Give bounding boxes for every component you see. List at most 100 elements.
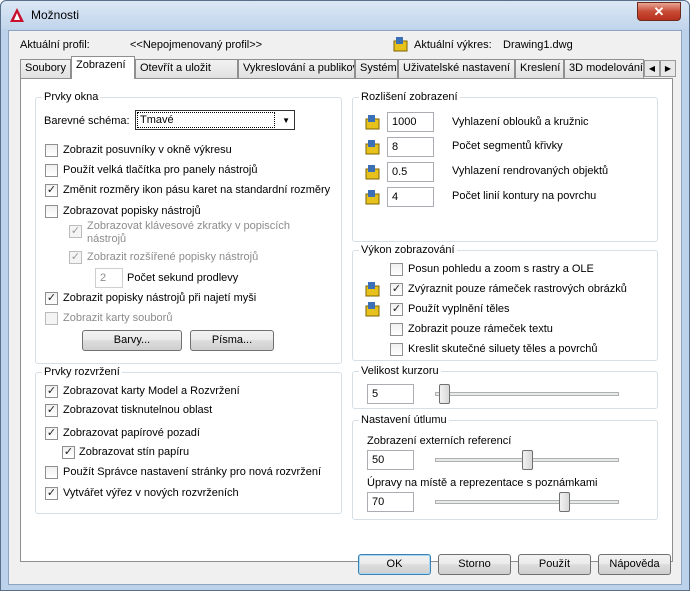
scrollbars-label: Zobrazit posuvníky v okně výkresu [63,144,232,156]
shortcut-keys-checkbox[interactable]: ✓ [69,225,82,238]
help-button[interactable]: Nápověda [598,554,671,575]
fonts-button[interactable]: Písma... [190,330,274,351]
inplace-fade-slider-thumb[interactable] [558,492,570,512]
cancel-button[interactable]: Storno [438,554,511,575]
arc-smoothness-label: Vyhlazení oblouků a kružnic [452,116,589,128]
inplace-fade-input[interactable]: 70 [367,492,414,512]
pan-zoom-raster-checkbox[interactable] [390,263,403,276]
layout-elements-title: Prvky rozvržení [42,366,122,378]
window-title: Možnosti [31,8,80,22]
paper-shadow-checkbox[interactable]: ✓ [62,446,75,459]
inplace-fade-label: Úpravy na místě a reprezentace s poznámk… [367,477,598,489]
crosshair-size-slider-thumb[interactable] [439,384,451,404]
true-silhouettes-label: Kreslit skutečné siluety těles a povrchů [408,343,598,355]
printable-area-checkbox[interactable]: ✓ [45,404,58,417]
model-layout-tabs-label: Zobrazovat karty Model a Rozvržení [63,385,240,397]
highlight-raster-frame-checkbox[interactable]: ✓ [390,283,403,296]
drawing-icon [365,302,380,317]
delay-seconds-label: Počet sekund prodlevy [127,272,239,284]
tab-scroll-left-icon[interactable]: ◀ [644,60,660,77]
text-frame-label: Zobrazit pouze rámeček textu [408,323,553,335]
polyline-segments-label: Počet segmentů křivky [452,140,563,152]
page-setup-manager-checkbox[interactable] [45,466,58,479]
title-bar[interactable]: Možnosti ✕ [1,1,689,29]
xref-fade-label: Zobrazení externích referencí [367,435,512,447]
xref-fade-slider-thumb[interactable] [522,450,533,470]
shortcut-keys-label: Zobrazovat klávesové zkratky v popiscích [87,220,290,232]
display-resolution-title: Rozlišení zobrazení [359,91,460,103]
drawing-icon [365,115,380,130]
pan-zoom-raster-label: Posun pohledu a zoom s rastry a OLE [408,263,594,275]
solid-fill-label: Použít vyplnění těles [408,303,510,315]
fade-control-title: Nastavení útlumu [359,414,449,426]
polyline-segments-input[interactable]: 8 [387,137,434,157]
crosshair-size-group: Velikost kurzoru 5 [352,365,658,409]
extended-tooltips-label: Zobrazit rozšířené popisky nástrojů [87,251,259,263]
drawing-icon [393,37,408,52]
text-frame-checkbox[interactable] [390,323,403,336]
create-viewport-checkbox[interactable]: ✓ [45,487,58,500]
tooltips-label: Zobrazovat popisky nástrojů [63,205,201,217]
window-elements-title: Prvky okna [42,91,101,103]
current-drawing-label: Aktuální výkres: [414,39,492,51]
extended-tooltips-checkbox[interactable]: ✓ [69,251,82,264]
autocad-logo-icon [10,8,24,22]
display-performance-group: Výkon zobrazování Posun pohledu a zoom s… [352,244,658,361]
display-performance-title: Výkon zobrazování [359,244,457,256]
paper-background-label: Zobrazovat papírové pozadí [63,427,200,439]
rendered-smoothness-label: Vyhlazení rendrovaných objektů [452,165,609,177]
color-scheme-select[interactable]: Tmavé ▼ [135,110,295,130]
printable-area-label: Zobrazovat tisknutelnou oblast [63,404,213,416]
ok-button[interactable]: OK [358,554,431,575]
scrollbars-checkbox[interactable] [45,144,58,157]
shortcut-keys-label-line2: nástrojů [87,233,127,245]
current-drawing-value: Drawing1.dwg [503,39,573,51]
apply-button[interactable]: Použít [518,554,591,575]
tab-display[interactable]: Zobrazení [71,56,135,79]
tab-files[interactable]: Soubory [20,59,71,78]
xref-fade-input[interactable]: 50 [367,450,414,470]
file-tabs-checkbox[interactable] [45,312,58,325]
true-silhouettes-checkbox[interactable] [390,343,403,356]
rollover-tooltips-checkbox[interactable]: ✓ [45,292,58,305]
contour-lines-label: Počet linií kontury na povrchu [452,190,597,202]
tab-open-save[interactable]: Otevřít a uložit [135,59,238,78]
color-scheme-label: Barevné schéma: [44,115,130,127]
page-setup-manager-label: Použít Správce nastavení stránky pro nov… [63,466,322,478]
tab-user-preferences[interactable]: Uživatelské nastavení [398,59,515,78]
color-scheme-value: Tmavé [137,112,275,128]
tab-system[interactable]: Systém [355,59,398,78]
large-buttons-checkbox[interactable] [45,164,58,177]
colors-button[interactable]: Barvy... [82,330,182,351]
dialog-body: Aktuální profil: <<Nepojmenovaný profil>… [8,30,682,585]
rendered-smoothness-input[interactable]: 0.5 [387,162,434,182]
highlight-raster-frame-label: Zvýraznit pouze rámeček rastrových obráz… [408,283,627,295]
tab-3d-modeling[interactable]: 3D modelování [564,59,644,78]
tab-plot-publish[interactable]: Vykreslování a publikování [238,59,355,78]
ribbon-icons-label: Změnit rozměry ikon pásu karet na standa… [63,184,331,196]
close-button[interactable]: ✕ [637,2,681,21]
arc-smoothness-input[interactable]: 1000 [387,112,434,132]
fade-control-group: Nastavení útlumu Zobrazení externích ref… [352,414,658,520]
paper-background-checkbox[interactable]: ✓ [45,427,58,440]
large-buttons-label: Použít velká tlačítka pro panely nástroj… [63,164,258,176]
contour-lines-input[interactable]: 4 [387,187,434,207]
drawing-icon [365,165,380,180]
ribbon-icons-checkbox[interactable]: ✓ [45,184,58,197]
tooltips-checkbox[interactable] [45,205,58,218]
tab-drafting[interactable]: Kreslení [515,59,564,78]
delay-seconds-input[interactable]: 2 [95,268,123,288]
drawing-icon [365,190,380,205]
crosshair-size-slider[interactable] [435,392,619,396]
solid-fill-checkbox[interactable]: ✓ [390,303,403,316]
display-tab-panel: Prvky okna Barevné schéma: Tmavé ▼ Zobra… [20,78,673,562]
crosshair-size-title: Velikost kurzoru [359,365,441,377]
current-profile-value: <<Nepojmenovaný profil>> [130,39,263,51]
crosshair-size-input[interactable]: 5 [367,384,414,404]
inplace-fade-slider[interactable] [435,500,619,504]
window-elements-group: Prvky okna Barevné schéma: Tmavé ▼ Zobra… [35,91,342,364]
drawing-icon [365,282,380,297]
model-layout-tabs-checkbox[interactable]: ✓ [45,385,58,398]
tab-scroll-right-icon[interactable]: ▶ [660,60,676,77]
layout-elements-group: Prvky rozvržení ✓ Zobrazovat karty Model… [35,366,342,514]
